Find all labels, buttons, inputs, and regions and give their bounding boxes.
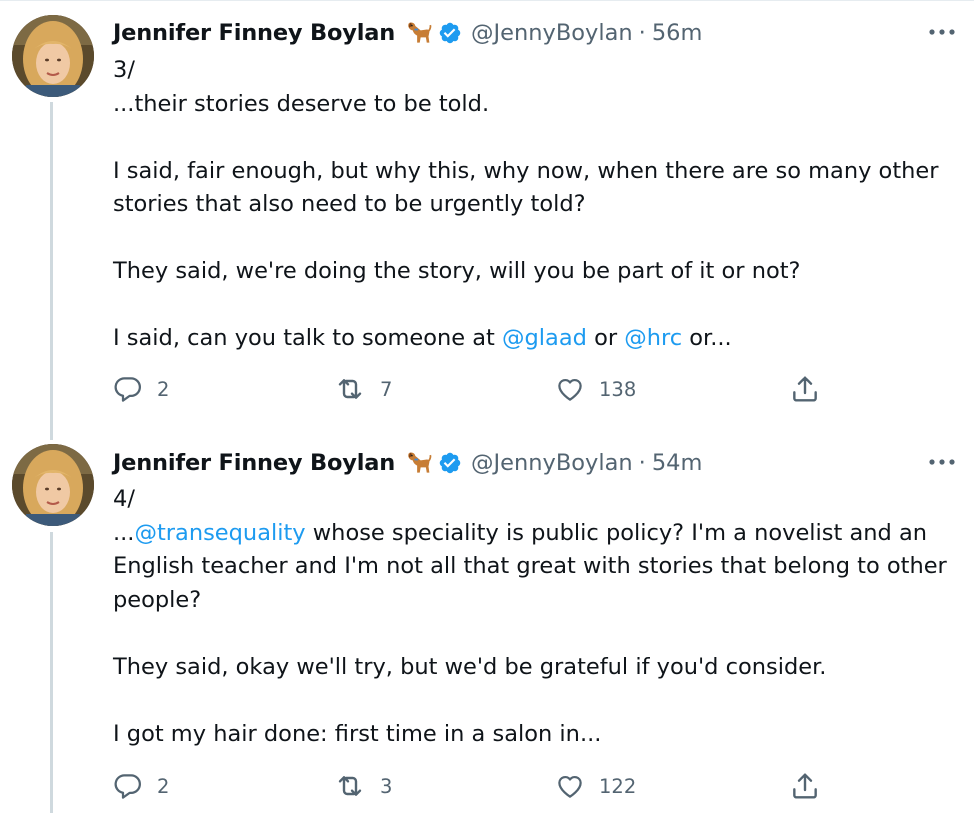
share-button[interactable] xyxy=(789,769,821,803)
reply-button[interactable]: 2 xyxy=(113,372,169,406)
more-options-icon xyxy=(928,458,956,466)
verified-badge-icon xyxy=(438,21,462,45)
share-icon xyxy=(789,373,821,405)
dog-emoji-icon xyxy=(404,19,432,47)
tweet-text-segment: I said, can you talk to someone at xyxy=(113,325,503,351)
more-options-icon xyxy=(928,28,956,36)
reply-icon xyxy=(113,771,143,801)
top-divider xyxy=(0,0,974,1)
mention-link[interactable]: @hrc xyxy=(624,325,682,351)
mention-link[interactable]: @transequality xyxy=(134,520,305,546)
reply-count: 2 xyxy=(157,377,170,401)
thread-number: 3/ xyxy=(113,57,135,83)
tweet-text-segment: whose speciality is public policy? I'm a… xyxy=(305,519,928,546)
like-count: 122 xyxy=(599,774,637,798)
tweet-header: Jennifer Finney Boylan @JennyBoylan · 56… xyxy=(113,17,702,49)
author-name[interactable]: Jennifer Finney Boylan xyxy=(113,20,395,46)
tweet-text-segment: or xyxy=(586,325,625,351)
tweet-text-line: They said, okay we'll try, but we'd be g… xyxy=(113,651,958,685)
tweet-text: 3/ ...their stories deserve to be told. I… xyxy=(113,54,958,356)
more-options-button[interactable] xyxy=(928,452,956,472)
share-icon xyxy=(789,770,821,802)
tweet-text-segment: English teacher and I'm not all that gre… xyxy=(113,553,947,579)
tweet-paragraphs: ...their stories deserve to be told. I sa… xyxy=(113,88,958,356)
like-icon xyxy=(555,771,585,801)
tweet-text-line: English teacher and I'm not all that gre… xyxy=(113,550,958,584)
retweet-icon xyxy=(334,770,366,802)
tweet-text-segment: They said, we're doing the story, will y… xyxy=(113,258,801,284)
retweet-button[interactable]: 7 xyxy=(334,372,392,406)
tweet-text-segment: ...their stories deserve to be told. xyxy=(113,90,490,117)
avatar-image xyxy=(12,15,94,97)
tweet-text-segment: ... xyxy=(113,519,135,546)
like-button[interactable]: 122 xyxy=(555,769,636,803)
retweet-count: 3 xyxy=(380,774,393,798)
retweet-button[interactable]: 3 xyxy=(334,769,392,803)
share-button[interactable] xyxy=(789,372,821,406)
reply-icon xyxy=(113,374,143,404)
avatar[interactable] xyxy=(12,444,94,526)
avatar-image xyxy=(12,444,94,526)
like-count: 138 xyxy=(599,377,637,401)
retweet-count: 7 xyxy=(380,377,393,401)
tweet-text-line: stories that also need to be urgently to… xyxy=(113,188,958,222)
tweet-text-segment: I said, fair enough, but why this, why n… xyxy=(113,157,939,184)
tweet-text-segment: people? xyxy=(113,586,202,613)
thread-connector-line xyxy=(50,532,53,813)
author-name[interactable]: Jennifer Finney Boylan xyxy=(113,450,395,476)
tweet-timestamp[interactable]: 54m xyxy=(652,450,703,476)
like-icon xyxy=(555,374,585,404)
tweet-text-segment: or... xyxy=(682,325,732,351)
tweet-text-segment: I got my hair done: first time in a salo… xyxy=(113,720,602,747)
tweet-paragraphs: ...@transequality whose speciality is pu… xyxy=(113,517,958,752)
header-separator: · xyxy=(638,450,646,476)
header-separator: · xyxy=(638,20,646,46)
tweet-text-line: ...their stories deserve to be told. xyxy=(113,88,958,122)
reply-button[interactable]: 2 xyxy=(113,769,169,803)
tweet-text-line: people? xyxy=(113,584,958,618)
author-handle[interactable]: @JennyBoylan xyxy=(471,20,633,46)
reply-count: 2 xyxy=(157,774,170,798)
tweet-text-line: ...@transequality whose speciality is pu… xyxy=(113,517,958,551)
author-handle[interactable]: @JennyBoylan xyxy=(471,450,633,476)
tweet-text-segment: They said, okay we'll try, but we'd be g… xyxy=(113,653,827,680)
tweet-timestamp[interactable]: 56m xyxy=(652,20,703,46)
tweet-header: Jennifer Finney Boylan @JennyBoylan · 54… xyxy=(113,447,702,479)
tweet-text-line: I got my hair done: first time in a salo… xyxy=(113,718,958,752)
verified-badge-icon xyxy=(438,451,462,475)
tweet-text-segment: stories that also need to be urgently to… xyxy=(113,191,586,217)
thread-connector-line xyxy=(50,102,53,440)
mention-link[interactable]: @glaad xyxy=(502,325,587,351)
thread-number: 4/ xyxy=(113,486,135,512)
tweet-text: 4/ ...@transequality whose speciality is… xyxy=(113,483,958,751)
tweet-text-line: I said, fair enough, but why this, why n… xyxy=(113,155,958,189)
tweet-text-line: They said, we're doing the story, will y… xyxy=(113,255,958,289)
avatar[interactable] xyxy=(12,15,94,97)
more-options-button[interactable] xyxy=(928,22,956,42)
like-button[interactable]: 138 xyxy=(555,372,636,406)
retweet-icon xyxy=(334,373,366,405)
tweet-text-line: I said, can you talk to someone at @glaa… xyxy=(113,322,958,356)
dog-emoji-icon xyxy=(404,449,432,477)
